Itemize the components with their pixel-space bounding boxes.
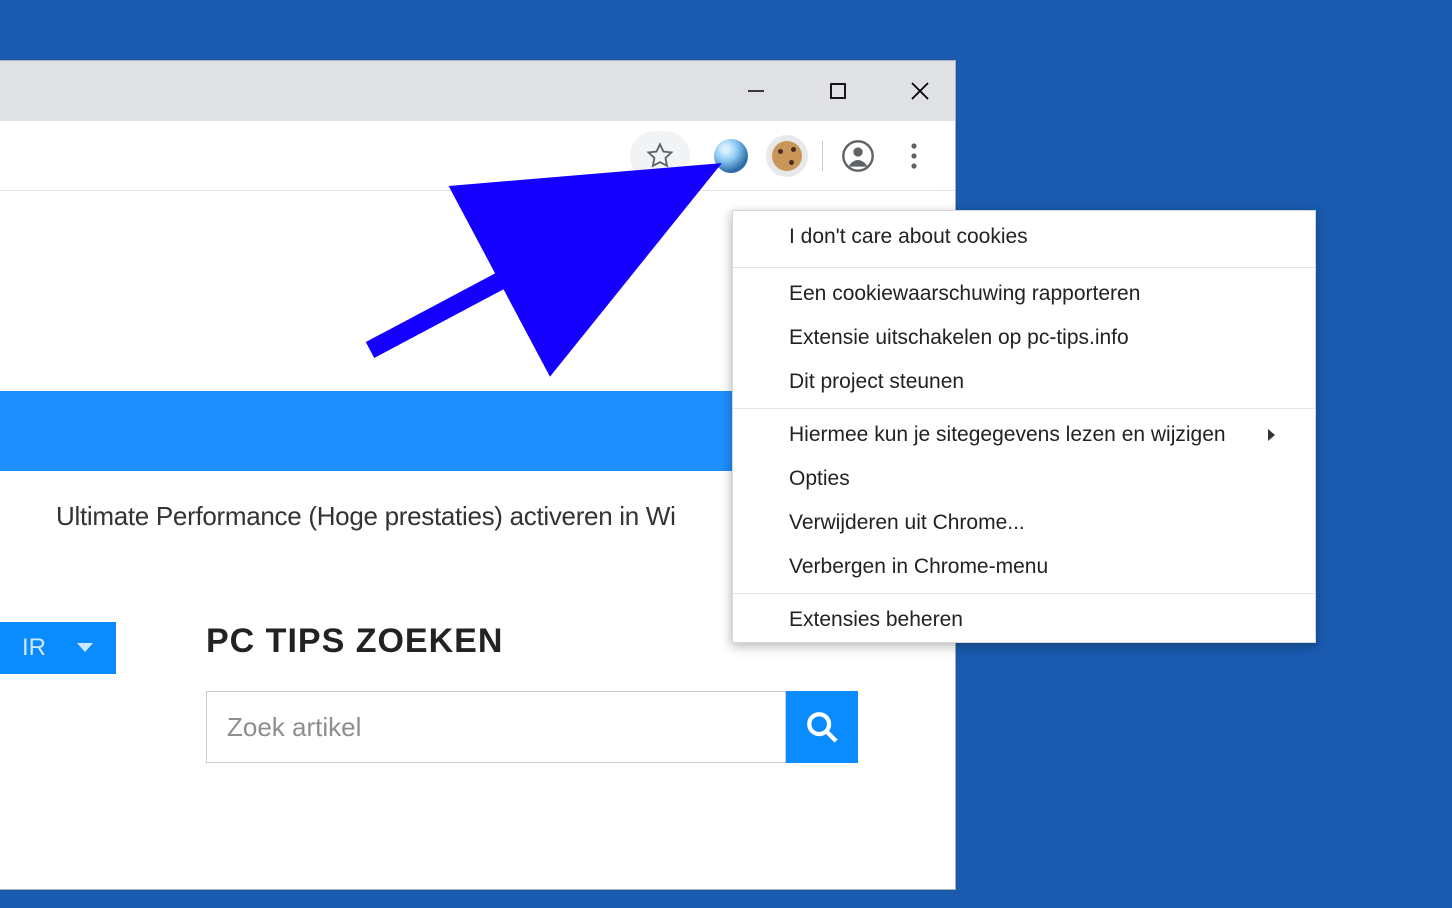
menu-item-remove[interactable]: Verwijderen uit Chrome... [733,501,1315,545]
cookie-extension-button[interactable] [766,135,808,177]
search-row [206,691,858,763]
account-icon [842,140,874,172]
chevron-down-icon [76,642,94,654]
search-button[interactable] [786,691,858,763]
maximize-button[interactable] [815,68,861,114]
search-input[interactable] [206,691,786,763]
menu-item-manage-extensions[interactable]: Extensies beheren [733,598,1315,642]
cookie-icon [772,141,802,171]
chrome-menu-button[interactable] [893,135,935,177]
menu-item-disable-extension[interactable]: Extensie uitschakelen op pc-tips.info [733,316,1315,360]
menu-separator [733,267,1315,268]
context-menu-title: I don't care about cookies [733,211,1315,263]
menu-item-options[interactable]: Opties [733,457,1315,501]
chevron-right-icon [1267,428,1277,442]
account-button[interactable] [837,135,879,177]
menu-item-support-project[interactable]: Dit project steunen [733,360,1315,404]
globe-extension-button[interactable] [710,135,752,177]
address-bar-right[interactable] [630,131,690,181]
menu-separator [733,593,1315,594]
repair-label: IR [22,634,46,662]
browser-toolbar [0,121,955,191]
window-titlebar [0,61,955,121]
extension-context-menu: I don't care about cookies Een cookiewaa… [732,210,1316,643]
menu-item-hide[interactable]: Verbergen in Chrome-menu [733,545,1315,589]
kebab-icon [910,142,918,170]
minimize-button[interactable] [733,68,779,114]
search-icon [805,710,839,744]
repair-dropdown[interactable]: IR [0,622,116,674]
menu-item-report-cookie[interactable]: Een cookiewaarschuwing rapporteren [733,272,1315,316]
globe-icon [714,139,748,173]
menu-item-site-data[interactable]: Hiermee kun je sitegegevens lezen en wij… [733,413,1315,457]
star-icon[interactable] [646,142,674,170]
close-button[interactable] [897,68,943,114]
menu-separator [733,408,1315,409]
toolbar-divider [822,141,823,171]
